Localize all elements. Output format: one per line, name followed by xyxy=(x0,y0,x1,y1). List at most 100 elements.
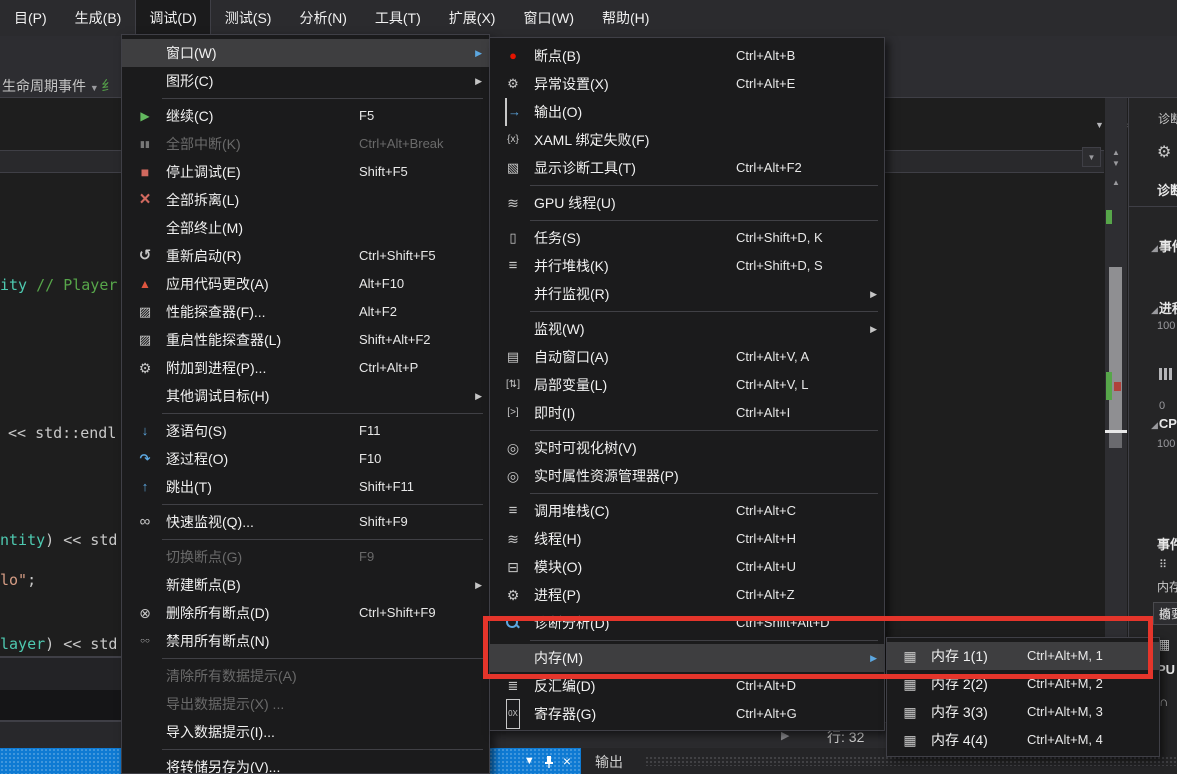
output-tab-label: 输出 xyxy=(595,752,623,772)
close-icon[interactable]: × xyxy=(563,748,571,774)
menu-item[interactable]: 其他调试目标(H) xyxy=(122,382,489,410)
menubar-item[interactable]: 窗口(W) xyxy=(509,0,588,36)
menu-item[interactable]: 并行监视(R) xyxy=(490,280,884,308)
pin-icon[interactable] xyxy=(544,755,554,768)
lifecycle-events-dropdown[interactable]: 生命周期事件 ▼ 纟 xyxy=(2,76,115,96)
menu-item[interactable]: GPU 线程(U) xyxy=(490,189,884,217)
menubar-item[interactable]: 分析(N) xyxy=(285,0,360,36)
menu-item-shortcut: Ctrl+Alt+V, L xyxy=(736,371,809,399)
chevron-down-icon[interactable]: ▼ xyxy=(1095,120,1104,130)
process-section-header[interactable]: ◢进程 xyxy=(1151,298,1177,317)
menu-item[interactable]: 全部拆离(L) xyxy=(122,186,489,214)
scroll-up-icon[interactable]: ▲ xyxy=(1105,178,1127,187)
tab-memory[interactable]: 内存 xyxy=(1157,578,1177,595)
step-out-icon xyxy=(132,473,158,501)
menu-item[interactable]: 显示诊断工具(T) Ctrl+Alt+F2 xyxy=(490,154,884,182)
menu-item[interactable]: 快速监视(Q)... Shift+F9 xyxy=(122,508,489,536)
menu-item-label: 全部终止(M) xyxy=(166,214,243,242)
menu-item[interactable]: 清除所有数据提示(A) xyxy=(122,662,489,690)
restart-icon xyxy=(132,242,158,270)
menu-item[interactable]: 进程(P) Ctrl+Alt+Z xyxy=(490,581,884,609)
menu-item-label: 任务(S) xyxy=(534,224,581,252)
menu-item[interactable]: 诊断分析(D) Ctrl+Shift+Alt+D xyxy=(490,609,884,637)
menu-item[interactable]: 导出数据提示(X) ... xyxy=(122,690,489,718)
menubar-item[interactable]: 调试(D) xyxy=(135,0,210,36)
menubar-item[interactable]: 生成(B) xyxy=(61,0,136,36)
menu-item[interactable]: 全部中断(K) Ctrl+Alt+Break xyxy=(122,130,489,158)
code-line: ntity) << std xyxy=(0,531,117,549)
memory-chip-icon xyxy=(897,642,923,670)
menu-item[interactable]: 实时属性资源管理器(P) xyxy=(490,462,884,490)
menu-item[interactable]: 即时(I) Ctrl+Alt+I xyxy=(490,399,884,427)
menu-item[interactable]: 异常设置(X) Ctrl+Alt+E xyxy=(490,70,884,98)
menubar-item[interactable]: 扩展(X) xyxy=(435,0,510,36)
menu-item-label: 断点(B) xyxy=(534,42,581,70)
scrollbar-thumb-fragment[interactable] xyxy=(1109,433,1122,448)
window-position-icon[interactable]: ▼ xyxy=(524,748,535,774)
menu-item[interactable]: 图形(C) xyxy=(122,67,489,95)
menu-item[interactable]: 内存 4(4) Ctrl+Alt+M, 4 xyxy=(887,726,1159,754)
menu-item[interactable]: 禁用所有断点(N) xyxy=(122,627,489,655)
menu-item[interactable]: 将转储另存为(V)... xyxy=(122,753,489,774)
menu-separator xyxy=(162,98,483,99)
menu-item[interactable]: 断点(B) Ctrl+Alt+B xyxy=(490,42,884,70)
menu-item[interactable]: 窗口(W) xyxy=(122,39,489,67)
active-toolwindow-titlebar[interactable] xyxy=(0,748,121,774)
menu-item[interactable]: 重新启动(R) Ctrl+Shift+F5 xyxy=(122,242,489,270)
menu-item[interactable]: 新建断点(B) xyxy=(122,571,489,599)
breakpoint-dot-icon xyxy=(500,42,526,70)
menu-item[interactable]: 任务(S) Ctrl+Shift+D, K xyxy=(490,224,884,252)
menu-item[interactable]: 导入数据提示(I)... xyxy=(122,718,489,746)
menu-item[interactable]: 切换断点(G) F9 xyxy=(122,543,489,571)
events-section-header[interactable]: ◢事件 xyxy=(1151,236,1177,255)
menu-item-label: 附加到进程(P)... xyxy=(166,354,266,382)
menu-item[interactable]: 应用代码更改(A) Alt+F10 xyxy=(122,270,489,298)
menu-item[interactable]: 监视(W) xyxy=(490,315,884,343)
menu-item[interactable]: 输出(O) xyxy=(490,98,884,126)
menu-item[interactable]: 模块(O) Ctrl+Alt+U xyxy=(490,553,884,581)
tab-events[interactable]: 事件 xyxy=(1157,534,1177,553)
cpu-section-header[interactable]: ◢CPU xyxy=(1151,416,1177,431)
menubar-item[interactable]: 工具(T) xyxy=(361,0,435,36)
menu-item[interactable]: 实时可视化树(V) xyxy=(490,434,884,462)
menu-item-shortcut: Alt+F2 xyxy=(359,298,397,326)
nav-dropdown-button[interactable]: ▼ xyxy=(1082,147,1101,167)
menu-item[interactable]: 性能探查器(F)... Alt+F2 xyxy=(122,298,489,326)
menu-item[interactable]: 并行堆栈(K) Ctrl+Shift+D, S xyxy=(490,252,884,280)
menubar-item[interactable]: 帮助(H) xyxy=(588,0,663,36)
menu-item[interactable]: 调用堆栈(C) Ctrl+Alt+C xyxy=(490,497,884,525)
scroll-split-down-icon[interactable]: ▼ xyxy=(1105,159,1127,168)
menu-item[interactable]: 内存(M) xyxy=(490,644,884,672)
menu-item[interactable]: 内存 2(2) Ctrl+Alt+M, 2 xyxy=(887,670,1159,698)
menu-item[interactable]: 全部终止(M) xyxy=(122,214,489,242)
menu-item[interactable]: 逐过程(O) F10 xyxy=(122,445,489,473)
menu-item[interactable]: 内存 1(1) Ctrl+Alt+M, 1 xyxy=(887,642,1159,670)
menubar-item[interactable]: 测试(S) xyxy=(211,0,286,36)
menu-item[interactable]: 重启性能探查器(L) Shift+Alt+F2 xyxy=(122,326,489,354)
gear-icon[interactable]: ⚙ xyxy=(1157,142,1171,162)
tab-diagnostics[interactable]: 诊断 xyxy=(1157,180,1177,199)
menu-item[interactable]: 局部变量(L) Ctrl+Alt+V, L xyxy=(490,371,884,399)
scroll-split-up-icon[interactable]: ▲ xyxy=(1105,148,1127,157)
threads-waves-icon xyxy=(500,525,526,553)
menu-item-label: 并行堆栈(K) xyxy=(534,252,609,280)
menu-bar: 目(P) 生成(B) 调试(D) 测试(S) 分析(N) 工具(T) 扩展(X)… xyxy=(0,0,1177,36)
menu-item[interactable]: 内存 3(3) Ctrl+Alt+M, 3 xyxy=(887,698,1159,726)
menu-item[interactable]: 跳出(T) Shift+F11 xyxy=(122,473,489,501)
menu-item[interactable]: 停止调试(E) Shift+F5 xyxy=(122,158,489,186)
menu-item[interactable]: 删除所有断点(D) Ctrl+Shift+F9 xyxy=(122,599,489,627)
menu-item[interactable]: XAML 绑定失败(F) xyxy=(490,126,884,154)
menu-item[interactable]: 线程(H) Ctrl+Alt+H xyxy=(490,525,884,553)
menubar-item[interactable]: 目(P) xyxy=(0,0,61,36)
menu-item[interactable]: 寄存器(G) Ctrl+Alt+G xyxy=(490,700,884,728)
menu-item[interactable]: 反汇编(D) Ctrl+Alt+D xyxy=(490,672,884,700)
tool-window-band xyxy=(0,658,121,690)
menu-item[interactable]: 逐语句(S) F11 xyxy=(122,417,489,445)
active-toolwindow-titlebar[interactable]: ▼ × xyxy=(489,748,581,774)
camera-icon[interactable]: ◎ xyxy=(1159,606,1170,622)
scrollbar-thumb[interactable] xyxy=(1109,267,1122,430)
menu-item[interactable]: 自动窗口(A) Ctrl+Alt+V, A xyxy=(490,343,884,371)
menubar-item-label: 工具(T) xyxy=(375,10,421,26)
menu-item[interactable]: 继续(C) F5 xyxy=(122,102,489,130)
menu-item[interactable]: 附加到进程(P)... Ctrl+Alt+P xyxy=(122,354,489,382)
